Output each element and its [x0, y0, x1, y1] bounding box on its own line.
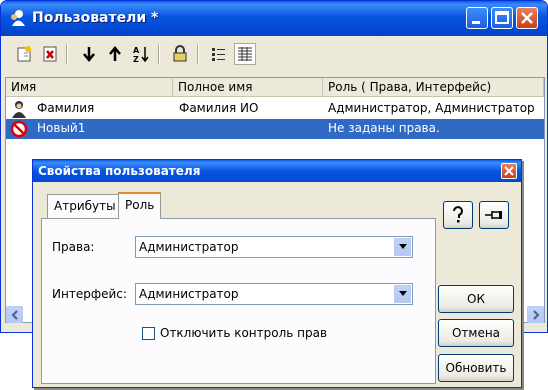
user-full-name: Фамилия ИО	[179, 101, 259, 115]
user-role: Не заданы права.	[328, 121, 440, 135]
toolbar-separator	[158, 44, 160, 64]
disable-rights-checkbox[interactable]	[142, 327, 155, 340]
minimize-button[interactable]	[466, 7, 488, 29]
chevron-down-icon[interactable]	[394, 238, 411, 256]
lock-icon[interactable]	[169, 43, 191, 65]
chevron-down-icon[interactable]	[394, 285, 411, 303]
column-header-name[interactable]: Имя	[6, 78, 173, 97]
svg-text:Z: Z	[133, 55, 139, 63]
toolbar-separator	[66, 44, 68, 64]
forbidden-icon	[10, 120, 28, 141]
role-tab-panel: Права: Администратор Интерфейс: Админист…	[41, 218, 436, 384]
user-properties-dialog: Свойства пользователя Атрибуты Роль Прав…	[32, 159, 522, 388]
table-row[interactable]: Фамилия Фамилия ИО Администратор, Админи…	[6, 99, 544, 119]
tab-attributes[interactable]: Атрибуты	[47, 194, 123, 218]
rights-select[interactable]: Администратор	[135, 236, 413, 258]
toolbar: AZ	[5, 36, 545, 72]
sort-icon[interactable]: AZ	[130, 43, 152, 65]
delete-user-icon[interactable]	[39, 43, 61, 65]
window-titlebar[interactable]: Пользователи *	[1, 1, 547, 36]
scroll-right-button[interactable]	[527, 306, 544, 323]
cancel-button[interactable]: Отмена	[438, 319, 514, 347]
column-header-full-name[interactable]: Полное имя	[173, 78, 323, 97]
app-icon	[9, 9, 27, 30]
details-view-icon[interactable]	[234, 43, 256, 65]
user-role: Администратор, Администратор	[328, 101, 535, 115]
user-icon	[11, 100, 29, 121]
dialog-titlebar[interactable]: Свойства пользователя	[33, 160, 521, 182]
move-down-icon[interactable]	[78, 43, 100, 65]
user-name: Фамилия	[37, 101, 95, 115]
tab-role[interactable]: Роль	[118, 192, 162, 219]
interface-label: Интерфейс:	[52, 287, 127, 301]
maximize-button[interactable]	[491, 7, 513, 29]
user-name: Новый1	[37, 121, 86, 135]
disable-rights-label: Отключить контроль прав	[160, 326, 328, 340]
svg-text:A: A	[133, 46, 140, 55]
help-button[interactable]	[443, 201, 473, 229]
rights-label: Права:	[52, 240, 95, 254]
ok-button[interactable]: ОК	[438, 285, 514, 313]
interface-select[interactable]: Администратор	[135, 283, 413, 305]
toolbar-separator	[197, 44, 199, 64]
rights-value: Администратор	[139, 240, 239, 254]
dialog-close-button[interactable]	[501, 163, 517, 179]
scroll-left-button[interactable]	[6, 306, 23, 323]
dialog-title: Свойства пользователя	[38, 164, 201, 178]
window-title: Пользователи *	[32, 10, 159, 26]
move-up-icon[interactable]	[104, 43, 126, 65]
list-view-icon[interactable]	[208, 43, 230, 65]
column-header-role[interactable]: Роль ( Права, Интерфейс)	[323, 78, 544, 97]
refresh-button[interactable]: Обновить	[438, 354, 514, 382]
table-row[interactable]: Новый1 Не заданы права.	[6, 119, 544, 139]
pin-button[interactable]	[479, 201, 509, 229]
new-user-icon[interactable]	[13, 43, 35, 65]
interface-value: Администратор	[139, 287, 239, 301]
close-button[interactable]	[516, 7, 538, 29]
